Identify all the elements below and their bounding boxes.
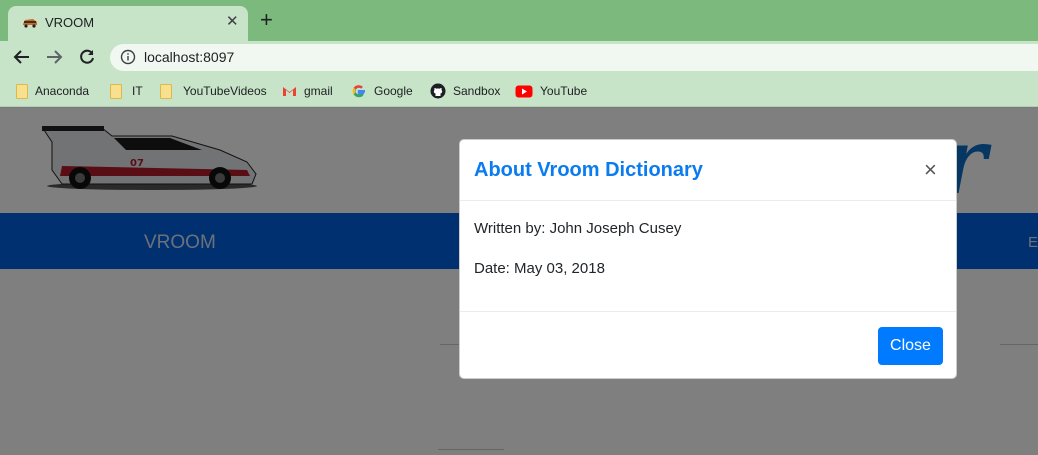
forward-icon[interactable] xyxy=(42,45,66,69)
folder-icon xyxy=(16,83,28,99)
browser-toolbar: localhost:8097 xyxy=(0,41,1038,74)
address-bar[interactable]: localhost:8097 xyxy=(110,44,1038,71)
google-icon xyxy=(352,85,365,98)
tab-close-icon[interactable]: ✕ xyxy=(226,12,239,30)
about-modal: About Vroom Dictionary × Written by: Joh… xyxy=(459,139,957,379)
url-text: localhost:8097 xyxy=(144,49,235,65)
bookmark-anaconda[interactable]: Anaconda xyxy=(16,82,89,100)
modal-header: About Vroom Dictionary × xyxy=(460,140,956,201)
folder-icon xyxy=(110,83,122,99)
car-favicon-icon xyxy=(23,19,37,28)
bookmark-it[interactable]: IT xyxy=(110,82,143,100)
close-icon[interactable]: × xyxy=(924,158,937,182)
modal-title: About Vroom Dictionary xyxy=(474,159,703,181)
gmail-icon xyxy=(283,87,296,96)
folder-icon xyxy=(160,83,172,99)
bookmark-sandbox[interactable]: Sandbox xyxy=(430,82,500,100)
new-tab-icon[interactable]: + xyxy=(260,8,273,32)
tab-strip: VROOM ✕ + xyxy=(0,0,1038,41)
bookmark-youtube[interactable]: YouTube xyxy=(515,82,587,100)
bookmark-youtubevideos[interactable]: YouTubeVideos xyxy=(160,82,267,100)
bookmark-google[interactable]: Google xyxy=(351,82,413,100)
date-text: Date: May 03, 2018 xyxy=(474,260,605,277)
modal-footer: Close xyxy=(460,311,956,379)
github-icon xyxy=(430,83,446,99)
browser-tab[interactable]: VROOM ✕ xyxy=(8,6,248,41)
youtube-icon xyxy=(515,85,533,97)
back-icon[interactable] xyxy=(10,45,34,69)
modal-body: Written by: John Joseph Cusey Date: May … xyxy=(474,220,681,300)
site-info-icon[interactable] xyxy=(120,49,136,65)
reload-icon[interactable] xyxy=(75,45,99,69)
author-text: Written by: John Joseph Cusey xyxy=(474,220,682,237)
tab-title: VROOM xyxy=(45,15,95,30)
close-button[interactable]: Close xyxy=(878,327,943,365)
bookmarks-bar: Anaconda IT YouTubeVideos gmail Google S… xyxy=(0,74,1038,107)
bookmark-gmail[interactable]: gmail xyxy=(282,82,333,100)
